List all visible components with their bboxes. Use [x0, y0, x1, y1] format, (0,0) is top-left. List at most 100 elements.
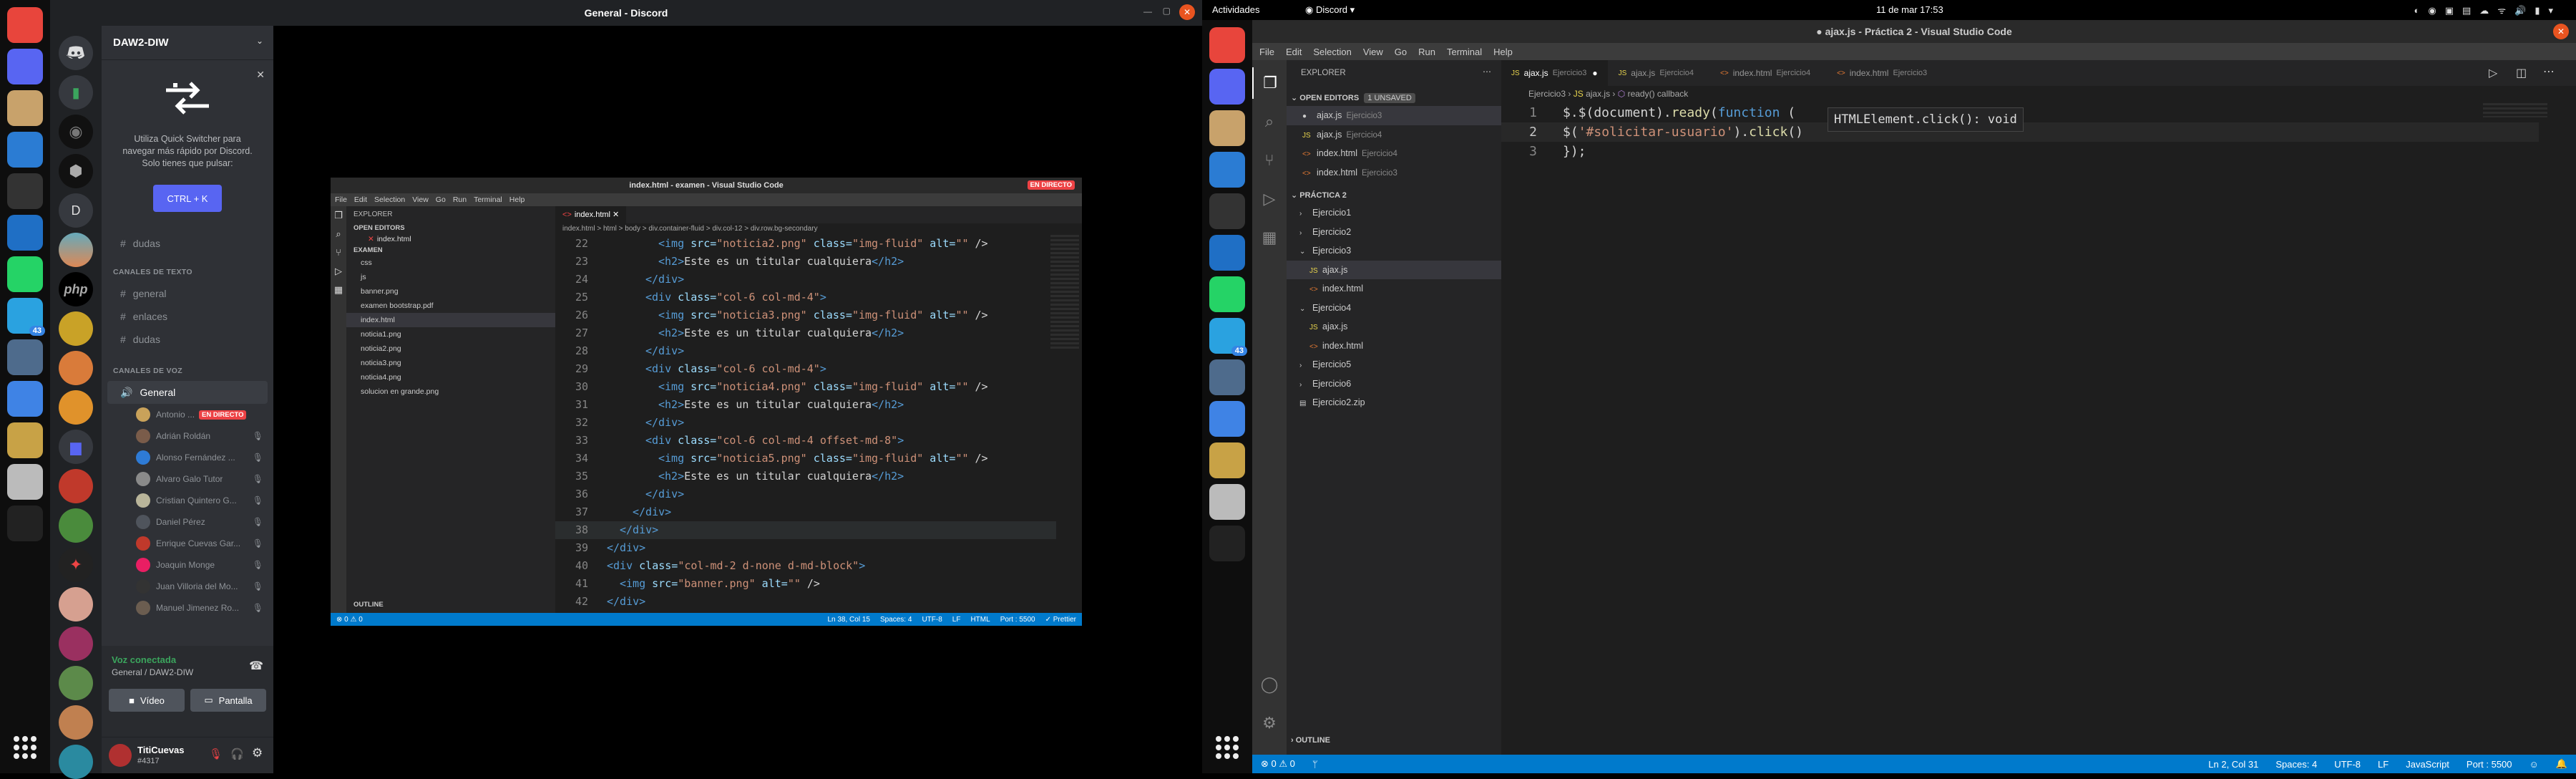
run-debug-icon[interactable]: ▷ [1252, 183, 1287, 215]
tree-item[interactable]: <>index.html [1287, 279, 1501, 299]
channel-dudas[interactable]: #dudas [107, 328, 268, 351]
editor-tab[interactable]: <>index.htmlEjercicio3 [1827, 60, 1943, 86]
extensions-icon[interactable]: ▦ [1252, 222, 1287, 253]
shared-open-file[interactable]: ✕index.html [346, 233, 555, 245]
server-icon-16[interactable] [59, 666, 93, 700]
screen-button[interactable]: ▭Pantalla [190, 689, 266, 712]
source-control-icon[interactable]: ⑂ [1252, 145, 1287, 176]
open-editor-item[interactable]: ●ajax.jsEjercicio3 [1287, 106, 1501, 125]
document-icon[interactable] [1209, 152, 1245, 188]
live-server-port[interactable]: Port : 5500 [2467, 759, 2512, 770]
editor-tab[interactable]: JSajax.jsEjercicio3● [1501, 60, 1609, 86]
server-icon-12[interactable] [59, 508, 93, 543]
server-icon-php[interactable]: php [59, 272, 93, 306]
run-icon[interactable]: ▷ [2489, 66, 2497, 80]
channel-dudas-top[interactable]: #dudas [107, 232, 268, 255]
package-icon[interactable] [7, 339, 43, 375]
split-editor-icon[interactable]: ◫ [2516, 66, 2527, 80]
server-icon-15[interactable] [59, 626, 93, 661]
tree-item[interactable]: <>index.html [1287, 337, 1501, 356]
shared-breadcrumb[interactable]: index.html > html > body > div.container… [562, 225, 818, 233]
code-editor[interactable]: 1$.$(document).ready(function (2$('#soli… [1501, 103, 2539, 747]
outline-section[interactable]: › OUTLINE [1291, 736, 1330, 745]
text-channels-category[interactable]: CANALES DE TEXTO [113, 268, 268, 276]
voice-channels-category[interactable]: CANALES DE VOZ [113, 367, 268, 375]
zoom-icon[interactable] [7, 505, 43, 541]
shared-file-item[interactable]: noticia4.png [346, 370, 555, 384]
server-icon-3[interactable]: ⬢ [59, 154, 93, 188]
close-icon[interactable]: ✕ [256, 69, 265, 81]
server-icon-18[interactable] [59, 745, 93, 779]
minimize-icon[interactable]: — [1143, 6, 1152, 16]
more-actions-icon[interactable]: ⋯ [1483, 67, 1491, 77]
voice-user[interactable]: Juan Villoria del Mo...🎙 [107, 576, 268, 597]
discord-icon[interactable] [7, 49, 43, 84]
search-app-icon[interactable] [1209, 484, 1245, 520]
unsaved-dot-icon[interactable]: ● [1592, 68, 1597, 78]
server-icon-14[interactable] [59, 587, 93, 621]
channel-general[interactable]: #general [107, 282, 268, 305]
shared-menu-item[interactable]: View [412, 195, 429, 204]
server-icon-2[interactable]: ◉ [59, 115, 93, 149]
shared-menu-item[interactable]: File [335, 195, 347, 204]
voice-user[interactable]: Manuel Jimenez Ro...🎙 [107, 597, 268, 619]
terminal-icon[interactable] [1209, 193, 1245, 229]
language-mode[interactable]: JavaScript [2406, 759, 2449, 770]
open-editor-item[interactable]: <>index.htmlEjercicio4 [1287, 144, 1501, 163]
close-icon[interactable]: ✕ [2553, 24, 2569, 39]
voice-channel-general[interactable]: 🔊General [107, 381, 268, 404]
chrome-icon[interactable] [1209, 27, 1245, 63]
chrome-icon[interactable] [7, 7, 43, 43]
shared-file-item[interactable]: noticia3.png [346, 356, 555, 370]
folder-icon[interactable]: ▆ [59, 430, 93, 464]
tray-icons[interactable]: ◐◉▣▤☁ᯤ🔊▮▾ [2414, 4, 2562, 16]
editor-tab[interactable]: <>index.htmlEjercicio4 [1710, 60, 1827, 86]
tree-item[interactable]: ⌄Ejercicio4 [1287, 299, 1501, 318]
server-icon-11[interactable] [59, 469, 93, 503]
shared-file-item[interactable]: banner.png [346, 284, 555, 299]
server-icon-5[interactable] [59, 233, 93, 267]
game-icon[interactable] [7, 422, 43, 458]
headphones-icon[interactable]: 🎧 [230, 747, 244, 760]
menu-item[interactable]: Run [1418, 47, 1435, 57]
tree-item[interactable]: JSajax.js [1287, 261, 1501, 280]
menu-item[interactable]: Edit [1286, 47, 1302, 57]
settings-gear-icon[interactable]: ⚙ [252, 746, 263, 760]
shared-file-item[interactable]: noticia2.png [346, 342, 555, 356]
search-app-icon[interactable] [7, 464, 43, 500]
package-icon[interactable] [1209, 359, 1245, 395]
files-icon[interactable] [1209, 110, 1245, 146]
shared-outline[interactable]: OUTLINE [353, 601, 384, 609]
shared-file-item[interactable]: js [346, 270, 555, 284]
manage-gear-icon[interactable]: ⚙ [1252, 707, 1287, 739]
menu-item[interactable]: Help [1493, 47, 1513, 57]
zoom-icon[interactable] [1209, 526, 1245, 561]
discord-home-icon[interactable] [59, 36, 93, 70]
clock[interactable]: 11 de mar 17:53 [1876, 4, 1943, 15]
server-icon-1[interactable]: ▮ [59, 75, 93, 110]
video-button[interactable]: ■Vídeo [109, 689, 185, 712]
shared-menu-item[interactable]: Terminal [474, 195, 502, 204]
tree-item[interactable]: ⌄Ejercicio3 [1287, 241, 1501, 261]
server-icon-9[interactable] [59, 390, 93, 425]
shared-menu-item[interactable]: Help [509, 195, 525, 204]
voice-user[interactable]: Antonio ...EN DIRECTO [107, 404, 268, 425]
explorer-icon[interactable]: ❐ [1252, 67, 1287, 99]
files-icon[interactable] [7, 90, 43, 126]
more-actions-icon[interactable]: ⋯ [2543, 64, 2555, 79]
telegram-icon[interactable]: 43 [7, 298, 43, 334]
vscode-icon[interactable] [7, 215, 43, 251]
account-icon[interactable]: ◯ [1252, 669, 1287, 700]
menu-item[interactable]: File [1259, 47, 1274, 57]
quick-switcher-button[interactable]: CTRL + K [153, 185, 222, 212]
problems-status[interactable]: ⊗ 0 ⚠ 0 [1261, 758, 1295, 770]
voice-user[interactable]: Joaquin Monge🎙 [107, 554, 268, 576]
open-editor-item[interactable]: JSajax.jsEjercicio4 [1287, 125, 1501, 145]
voice-user[interactable]: Alvaro Galo Tutor🎙 [107, 468, 268, 490]
server-icon-7[interactable] [59, 311, 93, 346]
game-icon[interactable] [1209, 442, 1245, 478]
server-icon-8[interactable] [59, 351, 93, 385]
server-header[interactable]: DAW2-DIW ⌄ [102, 26, 273, 60]
feedback-icon[interactable]: ☺ [2529, 759, 2539, 770]
close-icon[interactable]: ✕ [1179, 4, 1195, 20]
